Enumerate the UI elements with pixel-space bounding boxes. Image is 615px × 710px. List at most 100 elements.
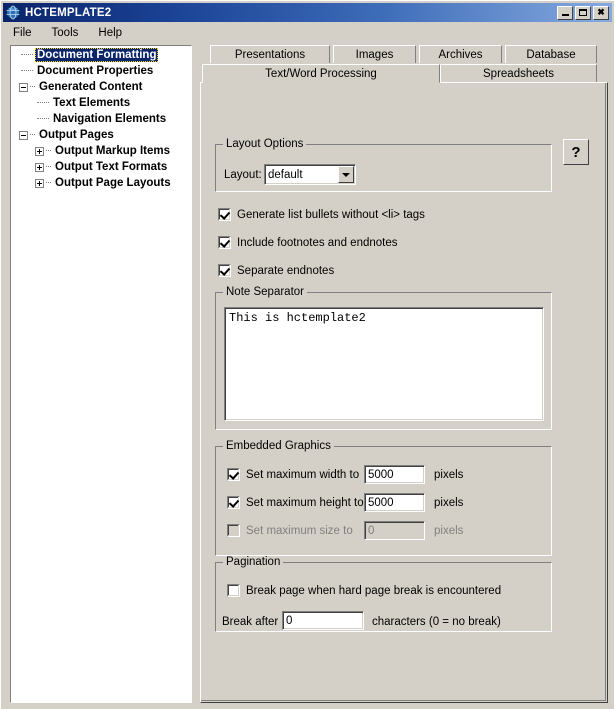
- menu-item-help[interactable]: Help: [95, 26, 130, 40]
- layout-options-group: Layout Options Layout: default: [215, 138, 552, 192]
- tree-root: Document Formatting Document Properties …: [11, 46, 191, 191]
- option-label: Include footnotes and endnotes: [237, 236, 398, 249]
- max-height-label: Set maximum height to: [246, 496, 364, 509]
- max-width-unit: pixels: [434, 469, 464, 481]
- row-max-width[interactable]: Set maximum width to: [227, 468, 359, 481]
- help-button[interactable]: ?: [563, 139, 589, 165]
- tab-presentations[interactable]: Presentations: [210, 45, 330, 63]
- max-height-unit: pixels: [434, 497, 464, 509]
- embedded-graphics-group: Embedded Graphics Set maximum width to 5…: [215, 440, 552, 556]
- globe-icon: [5, 5, 21, 20]
- chevron-down-icon[interactable]: [338, 166, 354, 183]
- close-button[interactable]: ✖: [593, 5, 609, 20]
- window-title: HCTEMPLATE2: [25, 6, 112, 19]
- tree-expand-toggle-icon[interactable]: [35, 146, 44, 156]
- max-width-input[interactable]: 5000: [364, 465, 425, 484]
- tree-item-output-text-formats[interactable]: Output Text Formats: [11, 159, 191, 175]
- tab-strip: Presentations Images Archives Database T…: [200, 45, 608, 83]
- checkbox-separate-endnotes[interactable]: [218, 264, 231, 277]
- tree-item-navigation-elements[interactable]: Navigation Elements: [11, 111, 191, 127]
- layout-options-title: Layout Options: [223, 138, 307, 150]
- embedded-graphics-title: Embedded Graphics: [223, 440, 334, 452]
- tree-connector: [21, 70, 33, 72]
- checkbox-set-maximum-height[interactable]: [227, 496, 240, 509]
- tree-expand-toggle-icon[interactable]: [35, 178, 44, 188]
- tab-text-word-processing[interactable]: Text/Word Processing: [202, 64, 440, 83]
- pagination-group: Pagination Break page when hard page bre…: [215, 556, 552, 632]
- tree-item-label: Output Text Formats: [55, 161, 168, 173]
- option-generate-list-bullets[interactable]: Generate list bullets without <li> tags: [218, 208, 425, 221]
- option-include-footnotes[interactable]: Include footnotes and endnotes: [218, 236, 398, 249]
- tree-item-output-pages[interactable]: Output Pages: [11, 127, 191, 143]
- max-height-input[interactable]: 5000: [364, 493, 425, 512]
- pagination-title: Pagination: [223, 556, 284, 568]
- close-icon: ✖: [597, 7, 605, 17]
- max-size-input: 0: [364, 521, 425, 540]
- menu-item-file[interactable]: File: [10, 26, 40, 40]
- max-size-unit: pixels: [434, 525, 464, 537]
- checkbox-generate-list-bullets[interactable]: [218, 208, 231, 221]
- note-separator-textarea[interactable]: This is hctemplate2: [224, 307, 544, 421]
- max-width-label: Set maximum width to: [246, 468, 360, 481]
- tree-item-label: Output Markup Items: [55, 145, 171, 157]
- tree-connector: [46, 166, 51, 168]
- tree-connector: [46, 182, 51, 184]
- tree-expand-toggle-icon[interactable]: [35, 162, 44, 172]
- checkbox-set-maximum-size[interactable]: [227, 524, 240, 537]
- window-controls: ✖: [557, 5, 609, 20]
- tree-item-document-properties[interactable]: Document Properties: [11, 63, 191, 79]
- tree-connector: [37, 102, 49, 104]
- option-separate-endnotes[interactable]: Separate endnotes: [218, 264, 334, 277]
- tree-item-text-elements[interactable]: Text Elements: [11, 95, 191, 111]
- tree-item-document-formatting[interactable]: Document Formatting: [11, 47, 191, 63]
- row-max-height[interactable]: Set maximum height to: [227, 496, 364, 509]
- max-size-label: Set maximum size to: [246, 524, 353, 537]
- tree-item-label: Document Formatting: [35, 48, 159, 62]
- tree-item-label: Output Pages: [39, 129, 114, 141]
- tree-item-label: Navigation Elements: [53, 113, 167, 125]
- tab-content-panel: ? Layout Options Layout: default Generat…: [200, 82, 608, 703]
- tab-content-inner: ? Layout Options Layout: default Generat…: [201, 83, 606, 701]
- row-hard-page-break[interactable]: Break page when hard page break is encou…: [227, 584, 501, 597]
- client-area: Document Formatting Document Properties …: [4, 43, 613, 708]
- tab-archives[interactable]: Archives: [419, 45, 502, 63]
- layout-label: Layout:: [224, 169, 262, 181]
- tab-images[interactable]: Images: [333, 45, 416, 63]
- tree-item-output-markup-items[interactable]: Output Markup Items: [11, 143, 191, 159]
- note-separator-title: Note Separator: [223, 286, 307, 298]
- checkbox-break-page-hard-break[interactable]: [227, 584, 240, 597]
- maximize-button[interactable]: [575, 5, 591, 20]
- layout-select-value: default: [268, 168, 303, 181]
- option-label: Generate list bullets without <li> tags: [237, 208, 425, 221]
- checkbox-include-footnotes[interactable]: [218, 236, 231, 249]
- note-separator-group: Note Separator This is hctemplate2: [215, 286, 552, 430]
- tree-item-output-page-layouts[interactable]: Output Page Layouts: [11, 175, 191, 191]
- tree-item-label: Generated Content: [39, 81, 143, 93]
- tab-database[interactable]: Database: [505, 45, 597, 63]
- tree-collapse-toggle-icon[interactable]: [19, 82, 28, 92]
- navigation-tree-panel[interactable]: Document Formatting Document Properties …: [10, 45, 192, 703]
- checkbox-set-maximum-width[interactable]: [227, 468, 240, 481]
- option-label: Separate endnotes: [237, 264, 335, 277]
- tree-connector: [30, 86, 35, 88]
- question-mark-icon: ?: [571, 143, 581, 161]
- row-max-size[interactable]: Set maximum size to: [227, 524, 353, 537]
- break-after-label: Break after: [222, 616, 279, 628]
- layout-select[interactable]: default: [264, 164, 356, 185]
- tree-connector: [21, 54, 33, 56]
- tree-item-label: Document Properties: [37, 65, 154, 77]
- tree-collapse-toggle-icon[interactable]: [19, 130, 28, 140]
- break-after-suffix: characters (0 = no break): [372, 616, 501, 628]
- tab-spreadsheets[interactable]: Spreadsheets: [440, 64, 597, 82]
- tree-connector: [30, 134, 35, 136]
- minimize-icon: [561, 14, 569, 16]
- minimize-button[interactable]: [557, 5, 573, 20]
- menu-item-tools[interactable]: Tools: [49, 26, 87, 40]
- tree-connector: [46, 150, 51, 152]
- maximize-icon: [579, 9, 587, 16]
- tree-item-label: Output Page Layouts: [55, 177, 171, 189]
- tree-item-generated-content[interactable]: Generated Content: [11, 79, 191, 95]
- hard-break-label: Break page when hard page break is encou…: [246, 584, 502, 597]
- title-bar: HCTEMPLATE2 ✖: [3, 3, 612, 22]
- break-after-input[interactable]: 0: [282, 611, 364, 630]
